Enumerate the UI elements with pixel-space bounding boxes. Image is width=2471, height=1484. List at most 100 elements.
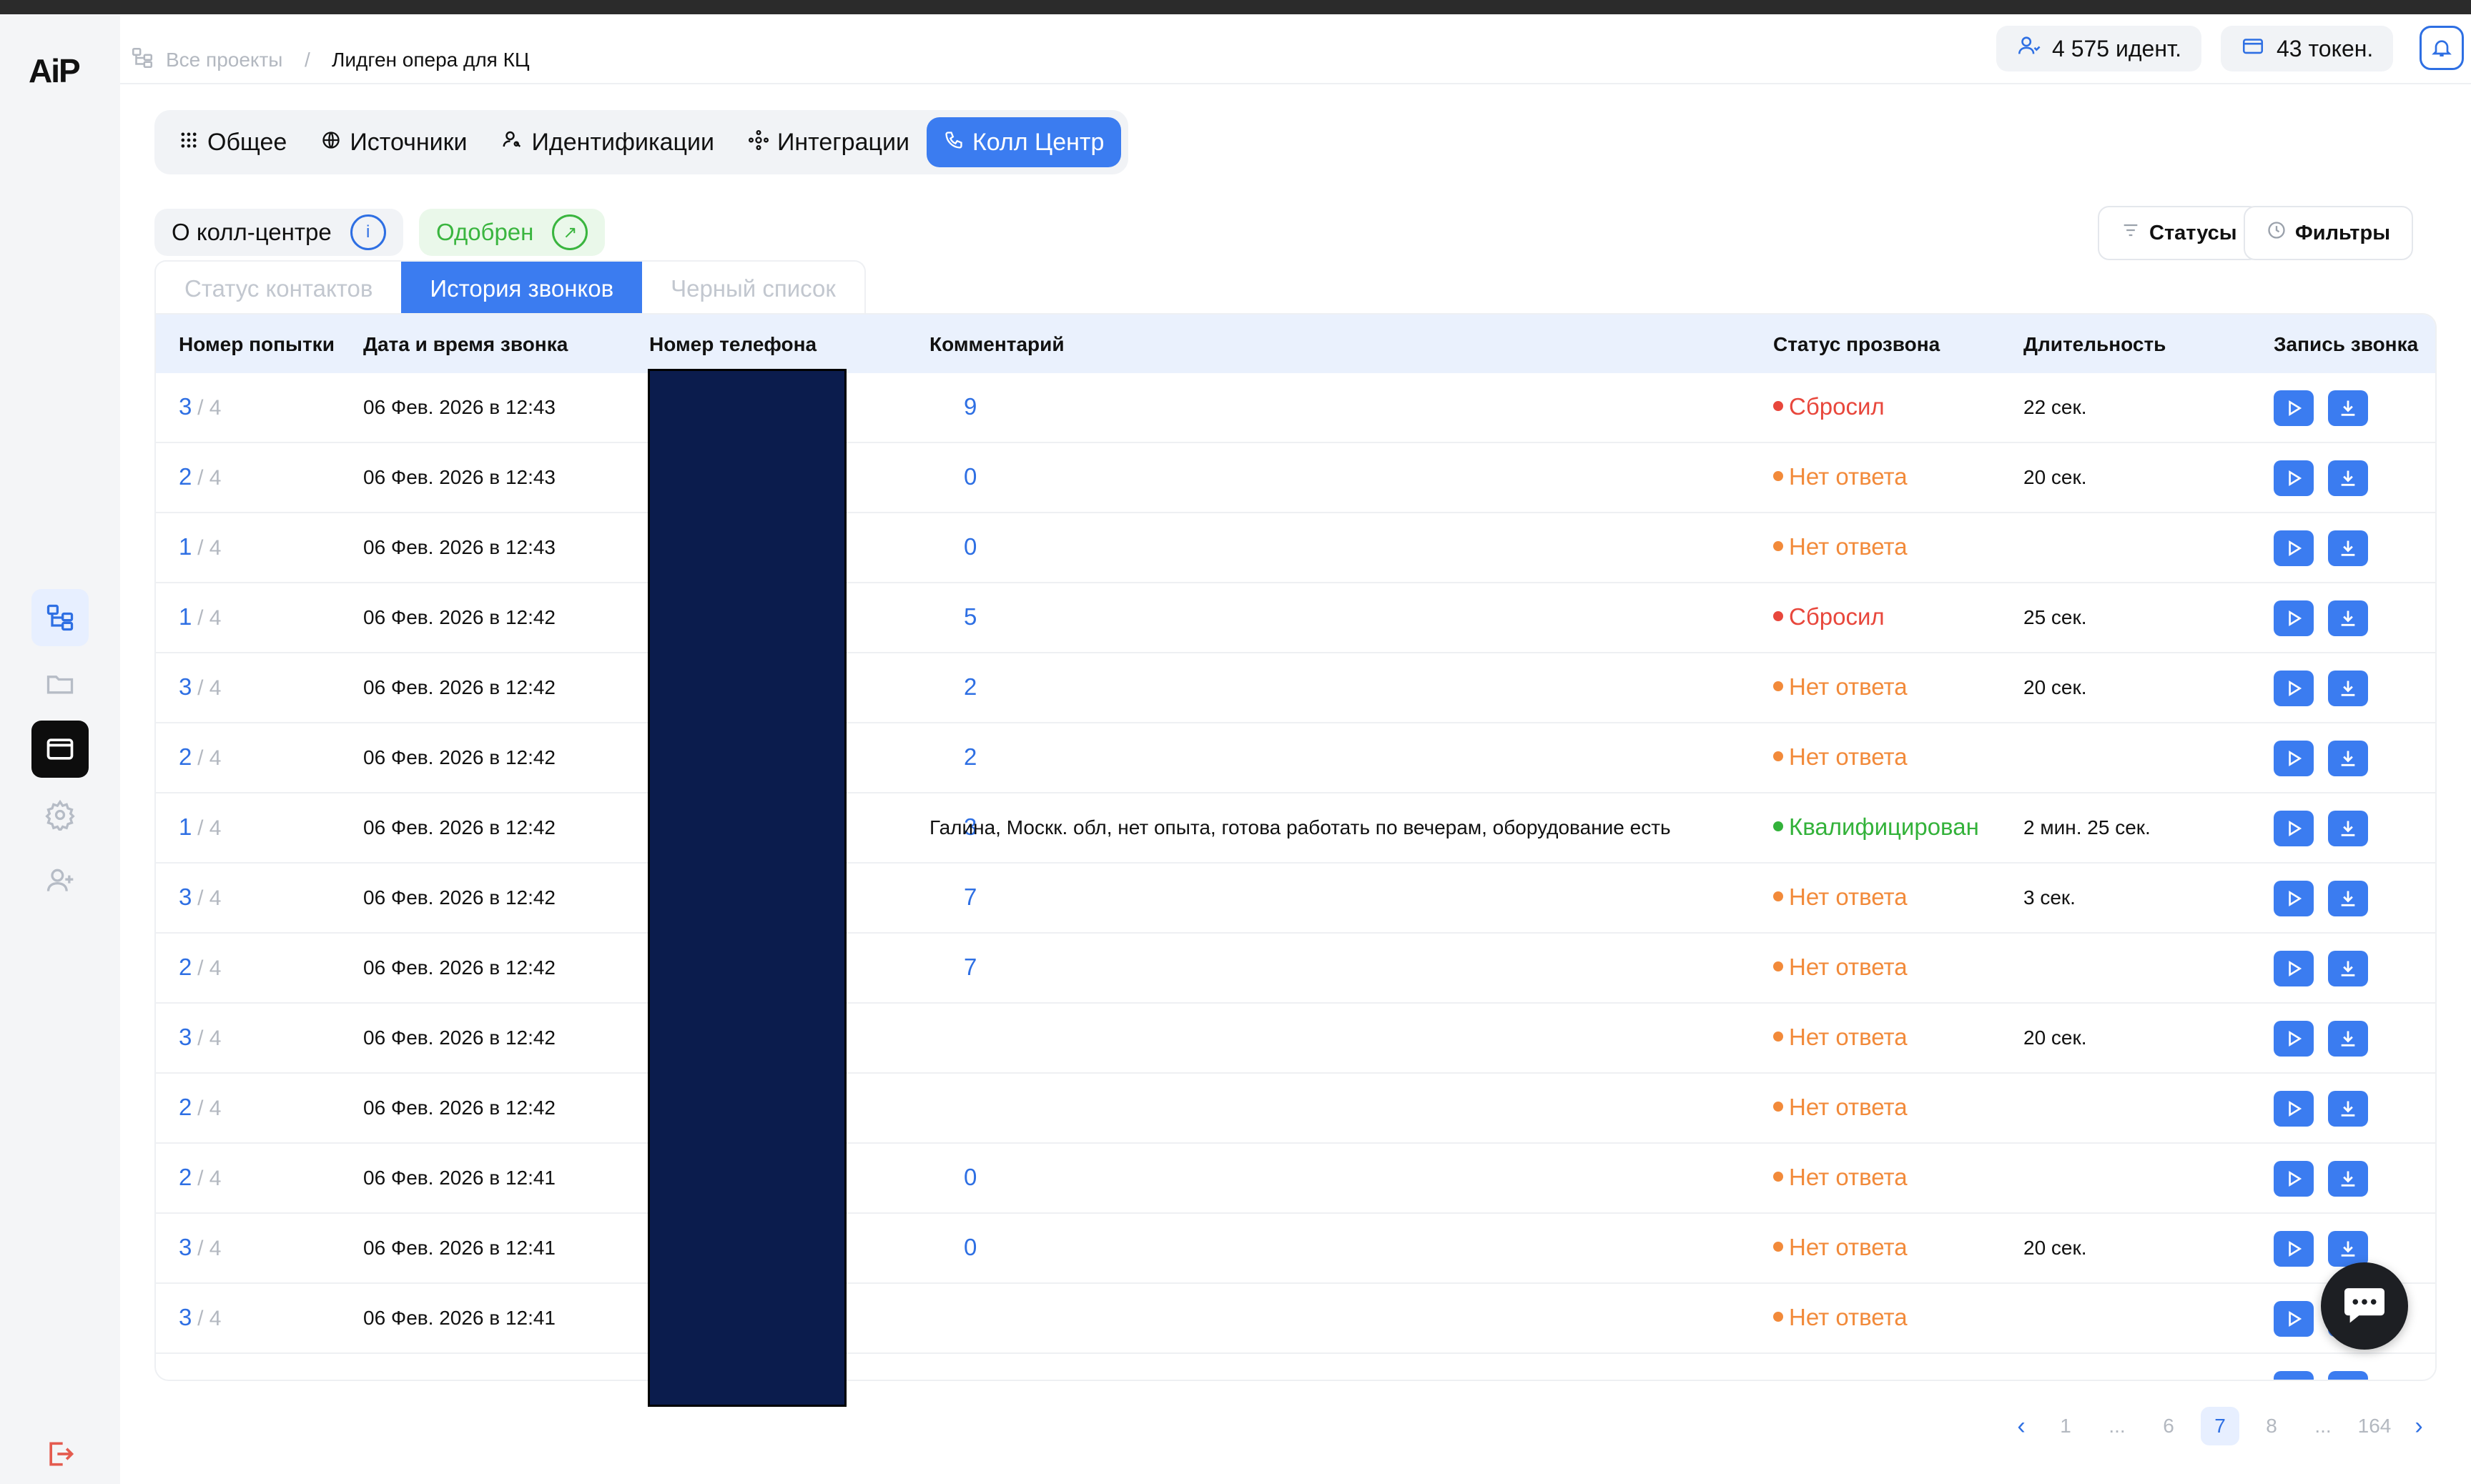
identifications-counter[interactable]: 4 575 идент. <box>1996 26 2201 71</box>
duration-cell: 20 сек. <box>2023 466 2087 488</box>
page-link[interactable]: 164 <box>2355 1407 2394 1445</box>
play-icon[interactable] <box>2274 881 2314 916</box>
breadcrumb-current-project: Лидген опера для КЦ <box>332 49 530 71</box>
breadcrumb-projects-icon <box>130 46 154 76</box>
table-row: 3 / 4 06 Фев. 2026 в 12:41 0 Нет ответа 20 с… <box>156 1214 2435 1284</box>
folder-icon[interactable] <box>31 655 89 712</box>
statuses-button[interactable]: Статусы <box>2098 206 2260 260</box>
status-label: Нет ответа <box>1789 884 1908 910</box>
tab-label: Колл Центр <box>972 128 1105 156</box>
tab-blacklist[interactable]: Черный список <box>642 262 864 316</box>
col-status: Статус прозвона <box>1773 333 1940 355</box>
phone-cell[interactable]: 7 <box>964 954 977 981</box>
download-icon[interactable] <box>2328 671 2368 706</box>
sidebar: AiP <box>0 14 120 1484</box>
datetime-cell: 06 Фев. 2026 в 12:41 <box>363 1167 556 1189</box>
window-icon[interactable] <box>31 721 89 778</box>
download-icon[interactable] <box>2328 390 2368 426</box>
tokens-counter[interactable]: 43 токен. <box>2221 26 2394 71</box>
page-current[interactable]: 7 <box>2201 1407 2239 1445</box>
download-icon[interactable] <box>2328 881 2368 916</box>
play-icon[interactable] <box>2274 390 2314 426</box>
status-cell: Нет ответа <box>1773 1094 1908 1121</box>
download-icon[interactable] <box>2328 1091 2368 1127</box>
table-row: 2 / 4 06 Фев. 2026 в 12:42 2 Нет ответа <box>156 723 2435 793</box>
tab-integrations[interactable]: Интеграции <box>731 117 927 167</box>
attempt-number: 2 <box>179 1164 192 1190</box>
tab-call-history[interactable]: История звонков <box>401 262 643 316</box>
download-icon[interactable] <box>2328 1371 2368 1380</box>
duration-cell: 25 сек. <box>2023 606 2087 628</box>
download-icon[interactable] <box>2328 1161 2368 1197</box>
pagination-next-icon[interactable]: › <box>2400 1407 2438 1445</box>
duration-cell: 2 мин. 25 сек. <box>2023 816 2151 839</box>
phone-cell[interactable]: 2 <box>964 743 977 771</box>
status-dot <box>1773 541 1783 552</box>
play-icon[interactable] <box>2274 530 2314 566</box>
notifications-bell-icon[interactable] <box>2420 26 2464 70</box>
download-icon[interactable] <box>2328 811 2368 846</box>
attempt-cell: 1 / 4 <box>179 603 222 630</box>
play-icon[interactable] <box>2274 741 2314 776</box>
play-icon[interactable] <box>2274 600 2314 636</box>
duration-cell: 3 сек. <box>2023 886 2076 909</box>
add-user-icon[interactable] <box>31 852 89 909</box>
play-icon[interactable] <box>2274 1371 2314 1380</box>
download-icon[interactable] <box>2328 600 2368 636</box>
play-icon[interactable] <box>2274 671 2314 706</box>
attempt-number: 1 <box>179 603 192 630</box>
tab-identifications[interactable]: Идентификации <box>484 117 731 167</box>
attempt-total: / 4 <box>197 676 222 700</box>
tab-sources[interactable]: Источники <box>304 117 484 167</box>
status-dot <box>1773 1032 1783 1042</box>
play-icon[interactable] <box>2274 951 2314 986</box>
tab-call-center[interactable]: Колл Центр <box>926 117 1122 167</box>
approved-status-badge[interactable]: Одобрен ↗ <box>419 209 606 256</box>
download-icon[interactable] <box>2328 1231 2368 1267</box>
attempt-total: / 4 <box>197 1097 222 1120</box>
logout-icon[interactable] <box>31 1425 89 1483</box>
play-icon[interactable] <box>2274 1161 2314 1197</box>
phone-cell[interactable]: 9 <box>964 393 977 420</box>
download-icon[interactable] <box>2328 1021 2368 1057</box>
status-cell: Нет ответа <box>1773 743 1908 771</box>
download-icon[interactable] <box>2328 530 2368 566</box>
play-icon[interactable] <box>2274 811 2314 846</box>
datetime-cell: 06 Фев. 2026 в 12:42 <box>363 816 556 839</box>
about-call-center-button[interactable]: О колл-центре i <box>154 209 403 256</box>
page-link[interactable]: 8 <box>2252 1407 2291 1445</box>
breadcrumb-all-projects[interactable]: Все проекты <box>166 49 282 71</box>
tab-contact-status[interactable]: Статус контактов <box>156 262 401 316</box>
phone-cell[interactable]: 2 <box>964 673 977 701</box>
status-label: Сбросил <box>1789 603 1885 630</box>
phone-cell[interactable]: 7 <box>964 884 977 911</box>
phone-cell[interactable]: 5 <box>964 603 977 630</box>
attempt-cell: 2 / 4 <box>179 743 222 771</box>
tab-label: Источники <box>350 128 468 156</box>
download-icon[interactable] <box>2328 741 2368 776</box>
settings-icon[interactable] <box>31 786 89 844</box>
chat-support-button[interactable] <box>2321 1262 2408 1350</box>
page-link[interactable]: 6 <box>2149 1407 2188 1445</box>
phone-cell[interactable]: 0 <box>964 533 977 560</box>
tab-general[interactable]: Общее <box>162 117 304 167</box>
status-cell: Сбросил <box>1773 393 1885 420</box>
status-cell: Нет ответа <box>1773 1304 1908 1331</box>
play-icon[interactable] <box>2274 1021 2314 1057</box>
play-icon[interactable] <box>2274 1091 2314 1127</box>
filters-button[interactable]: Фильтры <box>2244 206 2413 260</box>
datetime-cell: 06 Фев. 2026 в 12:42 <box>363 606 556 628</box>
page-link[interactable]: 1 <box>2046 1407 2085 1445</box>
play-icon[interactable] <box>2274 1301 2314 1337</box>
attempt-number: 3 <box>179 884 192 910</box>
phone-cell[interactable]: 0 <box>964 1164 977 1191</box>
status-dot <box>1773 1242 1783 1252</box>
pagination-prev-icon[interactable]: ‹ <box>2002 1407 2041 1445</box>
download-icon[interactable] <box>2328 460 2368 496</box>
phone-cell[interactable]: 0 <box>964 1234 977 1261</box>
download-icon[interactable] <box>2328 951 2368 986</box>
play-icon[interactable] <box>2274 460 2314 496</box>
play-icon[interactable] <box>2274 1231 2314 1267</box>
phone-cell[interactable]: 0 <box>964 463 977 490</box>
projects-icon[interactable] <box>31 589 89 646</box>
